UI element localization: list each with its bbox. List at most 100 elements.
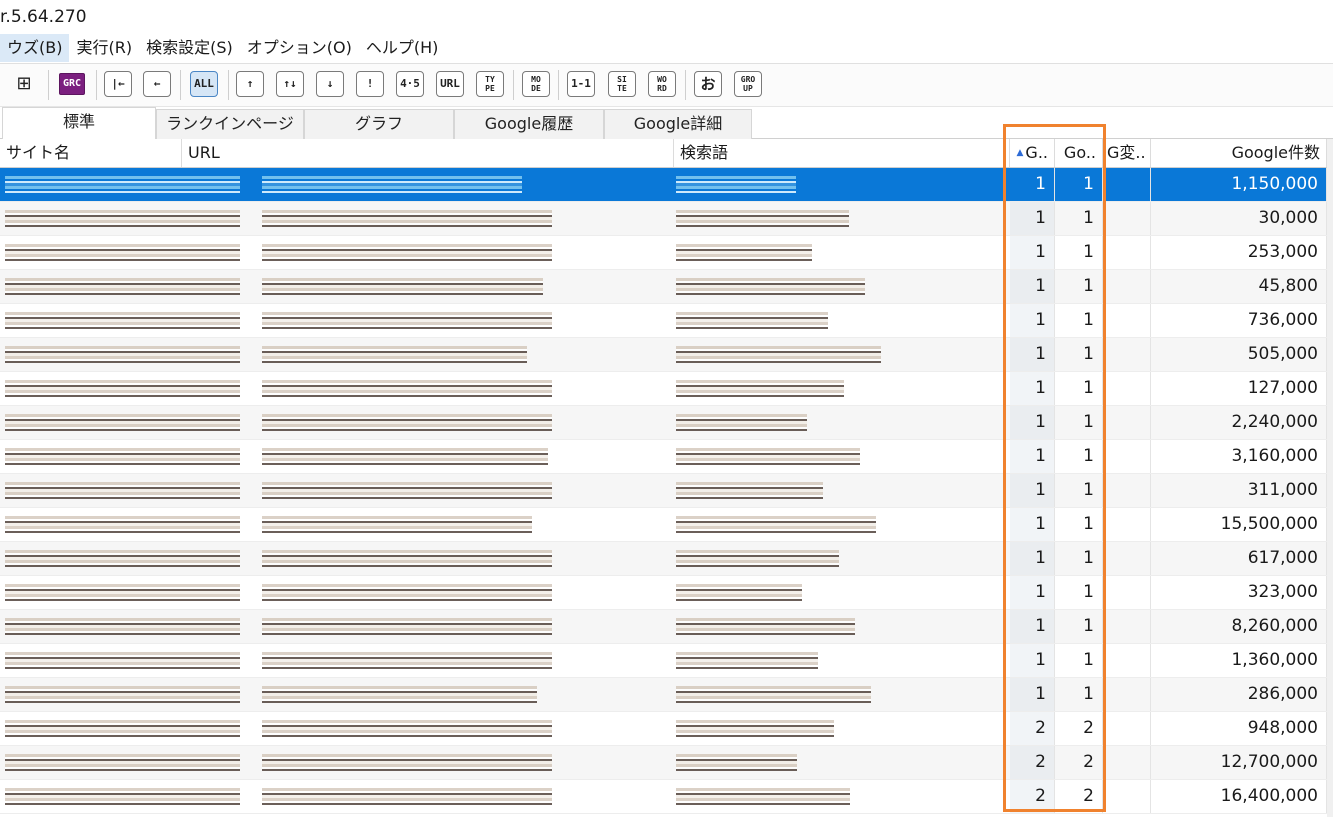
alert-button[interactable]: ! (356, 71, 384, 97)
first-button[interactable]: |← (104, 71, 132, 97)
table-row[interactable]: 1 1 8,260,000 (0, 610, 1333, 644)
menu-help[interactable]: ヘルプ(H) (359, 34, 446, 62)
table-row[interactable]: 1 1 505,000 (0, 338, 1333, 372)
header-google-rank[interactable]: ▲ G.. (1010, 139, 1055, 167)
url-button[interactable]: URL (436, 71, 464, 97)
table-row[interactable]: 1 1 2,240,000 (0, 406, 1333, 440)
cell-google-change (1103, 168, 1151, 201)
back-button[interactable]: ← (143, 71, 171, 97)
header-google-change[interactable]: G変.. (1103, 139, 1151, 167)
table-row[interactable]: 2 2 948,000 (0, 712, 1333, 746)
keyword-redacted (676, 312, 828, 329)
rank-range-button[interactable]: 4·5 (396, 71, 424, 97)
table-row[interactable]: 1 1 736,000 (0, 304, 1333, 338)
table-row[interactable]: 1 1 1,150,000 (0, 168, 1333, 202)
table-row[interactable]: 1 1 253,000 (0, 236, 1333, 270)
table-row[interactable]: 1 1 323,000 (0, 576, 1333, 610)
cell-google-rank: 1 (1010, 202, 1055, 235)
cell-google-count: 1,360,000 (1151, 644, 1327, 677)
table-row[interactable]: 1 1 617,000 (0, 542, 1333, 576)
cell-google-rank: 1 (1010, 304, 1055, 337)
menu-run[interactable]: 実行(R) (69, 34, 139, 62)
tab-standard[interactable]: 標準 (2, 107, 156, 139)
cell-google-prev: 1 (1055, 406, 1103, 439)
url-redacted (262, 550, 552, 567)
site-button[interactable]: SI TE (608, 71, 636, 97)
url-redacted (262, 176, 522, 193)
cell-google-rank: 1 (1010, 576, 1055, 609)
menu-options[interactable]: オプション(O) (240, 34, 359, 62)
cell-google-count: 8,260,000 (1151, 610, 1327, 643)
header-site-name[interactable]: サイト名 (0, 139, 182, 167)
site-name-redacted (5, 720, 240, 737)
url-redacted (262, 448, 548, 465)
rank-updown-button[interactable]: ↑↓ (276, 71, 304, 97)
group-button[interactable]: GRO UP (734, 71, 762, 97)
cell-google-prev: 1 (1055, 304, 1103, 337)
table-row[interactable]: 1 1 1,360,000 (0, 644, 1333, 678)
cell-google-count: 286,000 (1151, 678, 1327, 711)
site-name-redacted (5, 584, 240, 601)
vertical-scrollbar[interactable] (1327, 139, 1333, 817)
site-name-redacted (5, 346, 240, 363)
table-row[interactable]: 1 1 45,800 (0, 270, 1333, 304)
cell-google-count: 323,000 (1151, 576, 1327, 609)
url-redacted (262, 414, 552, 431)
tab-google-detail[interactable]: Google詳細 (604, 109, 752, 139)
keyword-redacted (676, 414, 807, 431)
table-row[interactable]: 1 1 30,000 (0, 202, 1333, 236)
site-name-redacted (5, 380, 240, 397)
tab-rank-in-page[interactable]: ランクインページ (156, 109, 304, 139)
cell-google-count: 12,700,000 (1151, 746, 1327, 779)
url-redacted (262, 346, 527, 363)
table-row[interactable]: 1 1 15,500,000 (0, 508, 1333, 542)
mode-button[interactable]: MO DE (522, 71, 550, 97)
cell-google-count: 16,400,000 (1151, 780, 1327, 813)
o-button[interactable]: お (694, 71, 722, 97)
grc-logo-button[interactable]: GRC (59, 73, 85, 95)
cell-google-change (1103, 780, 1151, 813)
url-redacted (262, 652, 552, 669)
word-button[interactable]: WO RD (648, 71, 676, 97)
keyword-redacted (676, 686, 871, 703)
rank-up-button[interactable]: ↑ (236, 71, 264, 97)
add-keyword-icon[interactable]: ⊞ (10, 71, 38, 97)
table-row[interactable]: 1 1 286,000 (0, 678, 1333, 712)
toolbar-separator (180, 70, 181, 100)
type-button[interactable]: TY PE (476, 71, 504, 97)
table-row[interactable]: 1 1 3,160,000 (0, 440, 1333, 474)
table-row[interactable]: 2 2 12,700,000 (0, 746, 1333, 780)
url-redacted (262, 584, 552, 601)
cell-google-rank: 1 (1010, 372, 1055, 405)
cell-google-rank: 1 (1010, 338, 1055, 371)
cell-google-change (1103, 372, 1151, 405)
site-name-redacted (5, 550, 240, 567)
tab-graph[interactable]: グラフ (304, 109, 454, 139)
cell-google-rank: 1 (1010, 270, 1055, 303)
cell-google-count: 948,000 (1151, 712, 1327, 745)
url-redacted (262, 312, 552, 329)
url-redacted (262, 244, 552, 261)
table-row[interactable]: 1 1 311,000 (0, 474, 1333, 508)
site-name-redacted (5, 244, 240, 261)
menu-search-settings[interactable]: 検索設定(S) (139, 34, 240, 62)
header-google-rank-label: G.. (1025, 143, 1048, 162)
rank-down-button[interactable]: ↓ (316, 71, 344, 97)
cell-google-rank: 1 (1010, 542, 1055, 575)
menu-browse[interactable]: ウズ(B) (0, 34, 70, 62)
cell-google-count: 3,160,000 (1151, 440, 1327, 473)
header-keyword[interactable]: 検索語 (674, 139, 1010, 167)
one-to-one-button[interactable]: 1-1 (567, 71, 595, 97)
header-google-prev[interactable]: Go.. (1055, 139, 1103, 167)
all-button[interactable]: ALL (190, 71, 218, 97)
cell-google-change (1103, 440, 1151, 473)
table-row[interactable]: 2 2 16,400,000 (0, 780, 1333, 814)
keyword-redacted (676, 448, 860, 465)
toolbar: ⊞ GRC |← ← ALL ↑ ↑↓ ↓ ! 4·5 URL TY PE MO… (0, 63, 1333, 107)
cell-google-rank: 1 (1010, 610, 1055, 643)
header-google-count[interactable]: Google件数 (1151, 139, 1327, 167)
header-url[interactable]: URL (182, 139, 674, 167)
tab-google-history[interactable]: Google履歴 (454, 109, 604, 139)
keyword-redacted (676, 720, 834, 737)
table-row[interactable]: 1 1 127,000 (0, 372, 1333, 406)
